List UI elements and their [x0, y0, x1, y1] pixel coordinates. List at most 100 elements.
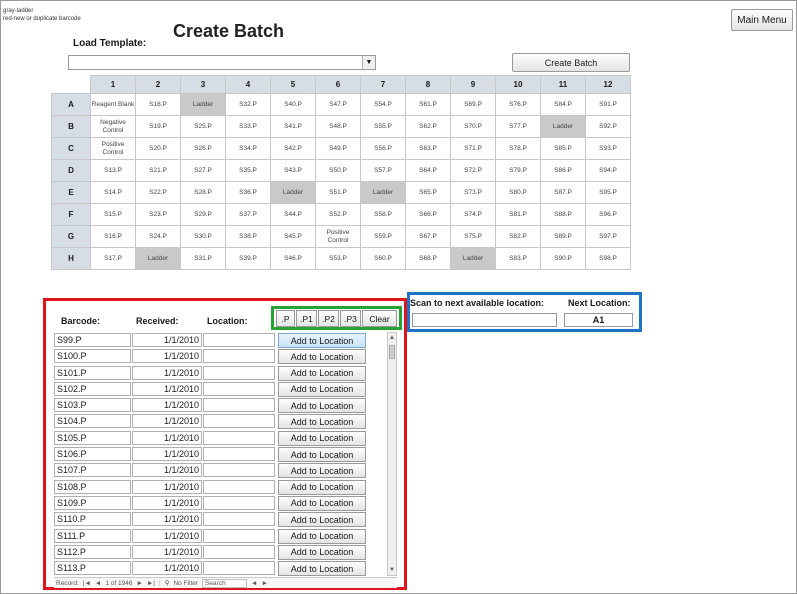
plate-well[interactable]: S59.P: [360, 225, 406, 248]
plate-well[interactable]: S40.P: [270, 93, 316, 116]
plate-well[interactable]: S80.P: [495, 181, 541, 204]
plate-well[interactable]: Ladder: [540, 115, 586, 138]
plate-well[interactable]: S93.P: [585, 137, 631, 160]
scroll-up-icon[interactable]: ▲: [388, 333, 396, 343]
location-field[interactable]: [203, 528, 275, 543]
plate-well[interactable]: S57.P: [360, 159, 406, 182]
received-field[interactable]: 1/1/2010: [132, 430, 202, 445]
location-field[interactable]: [203, 349, 275, 364]
plate-well[interactable]: Positive Control: [315, 225, 361, 248]
plate-well[interactable]: S39.P: [225, 247, 271, 270]
plate-well[interactable]: S18.P: [135, 93, 181, 116]
location-field[interactable]: [203, 544, 275, 559]
barcode-field[interactable]: S99.P: [54, 333, 131, 347]
plate-well[interactable]: S34.P: [225, 137, 271, 160]
received-field[interactable]: 1/1/2010: [132, 414, 202, 429]
barcode-field[interactable]: S101.P: [54, 365, 131, 380]
plate-well[interactable]: S55.P: [360, 115, 406, 138]
suffix-p3-button[interactable]: .P3: [340, 310, 361, 327]
plate-well[interactable]: S85.P: [540, 137, 586, 160]
plate-well[interactable]: S70.P: [450, 115, 496, 138]
barcode-field[interactable]: S100.P: [54, 349, 131, 364]
add-to-location-button[interactable]: Add to Location: [278, 414, 366, 430]
plate-well[interactable]: S36.P: [225, 181, 271, 204]
received-field[interactable]: 1/1/2010: [132, 447, 202, 462]
plate-well[interactable]: S91.P: [585, 93, 631, 116]
received-field[interactable]: 1/1/2010: [132, 349, 202, 364]
plate-well[interactable]: S56.P: [360, 137, 406, 160]
received-field[interactable]: 1/1/2010: [132, 463, 202, 478]
main-menu-button[interactable]: Main Menu: [731, 9, 793, 31]
barcode-field[interactable]: S108.P: [54, 479, 131, 494]
plate-well[interactable]: Ladder: [180, 93, 226, 116]
plate-well[interactable]: S71.P: [450, 137, 496, 160]
location-field[interactable]: [203, 414, 275, 429]
plate-well[interactable]: S27.P: [180, 159, 226, 182]
barcode-field[interactable]: S103.P: [54, 398, 131, 413]
plate-well[interactable]: S37.P: [225, 203, 271, 226]
plate-well[interactable]: S66.P: [405, 203, 451, 226]
add-to-location-button[interactable]: Add to Location: [278, 430, 366, 446]
plate-well[interactable]: S44.P: [270, 203, 316, 226]
add-to-location-button[interactable]: Add to Location: [278, 479, 366, 495]
plate-well[interactable]: S17.P: [90, 247, 136, 270]
plate-well[interactable]: Ladder: [270, 181, 316, 204]
received-field[interactable]: 1/1/2010: [132, 398, 202, 413]
received-field[interactable]: 1/1/2010: [132, 479, 202, 494]
plate-well[interactable]: S75.P: [450, 225, 496, 248]
plate-well[interactable]: S90.P: [540, 247, 586, 270]
plate-well[interactable]: S28.P: [180, 181, 226, 204]
plate-well[interactable]: Ladder: [450, 247, 496, 270]
add-to-location-button[interactable]: Add to Location: [278, 463, 366, 479]
plate-well[interactable]: S48.P: [315, 115, 361, 138]
plate-well[interactable]: S97.P: [585, 225, 631, 248]
add-to-location-button[interactable]: Add to Location: [278, 512, 366, 528]
location-field[interactable]: [203, 561, 275, 576]
barcode-field[interactable]: S111.P: [54, 528, 131, 543]
chevron-down-icon[interactable]: ▼: [362, 56, 375, 69]
scan-input[interactable]: [412, 313, 557, 327]
plate-well[interactable]: S13.P: [90, 159, 136, 182]
plate-well[interactable]: S14.P: [90, 181, 136, 204]
plate-well[interactable]: S67.P: [405, 225, 451, 248]
plate-well[interactable]: S73.P: [450, 181, 496, 204]
received-field[interactable]: 1/1/2010: [132, 381, 202, 396]
plate-well[interactable]: S95.P: [585, 181, 631, 204]
location-field[interactable]: [203, 495, 275, 510]
plate-well[interactable]: S98.P: [585, 247, 631, 270]
location-field[interactable]: [203, 333, 275, 347]
plate-well[interactable]: S51.P: [315, 181, 361, 204]
add-to-location-button[interactable]: Add to Location: [278, 333, 366, 348]
plate-well[interactable]: Ladder: [360, 181, 406, 204]
plate-well[interactable]: S19.P: [135, 115, 181, 138]
received-field[interactable]: 1/1/2010: [132, 333, 202, 347]
add-to-location-button[interactable]: Add to Location: [278, 349, 366, 365]
plate-well[interactable]: S45.P: [270, 225, 316, 248]
clear-button[interactable]: Clear: [362, 310, 397, 327]
plate-well[interactable]: Ladder: [135, 247, 181, 270]
plate-well[interactable]: S42.P: [270, 137, 316, 160]
plate-well[interactable]: Reagent Blank: [90, 93, 136, 116]
plate-well[interactable]: S31.P: [180, 247, 226, 270]
hscroll-right-icon[interactable]: ►: [261, 580, 267, 587]
add-to-location-button[interactable]: Add to Location: [278, 544, 366, 560]
plate-well[interactable]: S20.P: [135, 137, 181, 160]
barcode-field[interactable]: S102.P: [54, 381, 131, 396]
hscroll-left-icon[interactable]: ◄: [251, 580, 257, 587]
plate-well[interactable]: S52.P: [315, 203, 361, 226]
plate-well[interactable]: S86.P: [540, 159, 586, 182]
barcode-field[interactable]: S104.P: [54, 414, 131, 429]
add-to-location-button[interactable]: Add to Location: [278, 447, 366, 463]
plate-well[interactable]: S74.P: [450, 203, 496, 226]
filter-status[interactable]: No Filter: [173, 580, 198, 587]
plate-well[interactable]: S47.P: [315, 93, 361, 116]
barcode-field[interactable]: S109.P: [54, 495, 131, 510]
plate-well[interactable]: S92.P: [585, 115, 631, 138]
plate-well[interactable]: Negative Control: [90, 115, 136, 138]
plate-well[interactable]: Positive Control: [90, 137, 136, 160]
record-position[interactable]: 1 of 1946: [105, 580, 132, 587]
received-field[interactable]: 1/1/2010: [132, 528, 202, 543]
plate-well[interactable]: S29.P: [180, 203, 226, 226]
add-to-location-button[interactable]: Add to Location: [278, 528, 366, 544]
received-field[interactable]: 1/1/2010: [132, 512, 202, 527]
